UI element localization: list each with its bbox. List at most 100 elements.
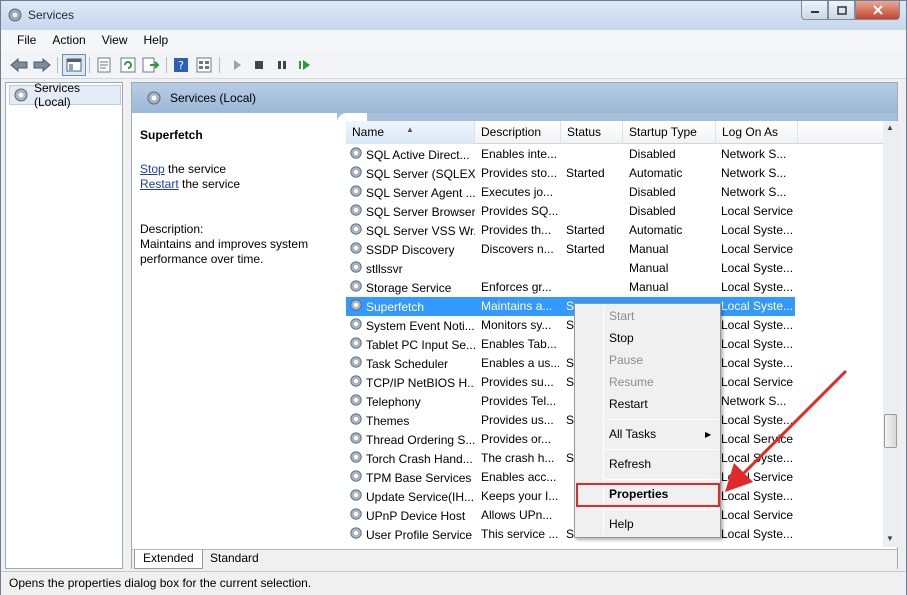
stop-service-button[interactable] bbox=[250, 56, 268, 74]
export-list-button[interactable] bbox=[142, 56, 160, 74]
service-description-cell: Provides SQ... bbox=[481, 204, 559, 218]
column-startup-type[interactable]: Startup Type bbox=[623, 121, 716, 144]
table-row[interactable]: SQL Active Direct... Enables inte... Disab… bbox=[346, 145, 883, 164]
help-toolbar-button[interactable]: ? bbox=[172, 56, 190, 74]
vertical-scrollbar[interactable]: ▲ ▼ bbox=[883, 121, 899, 547]
table-row[interactable]: SQL Server Browser Provides SQ... Disabled… bbox=[346, 202, 883, 221]
service-name-cell: User Profile Service bbox=[349, 525, 475, 544]
menu-item-stop[interactable]: Stop bbox=[609, 331, 634, 345]
table-row[interactable]: SSDP Discovery Discovers n... Started Manua… bbox=[346, 240, 883, 259]
start-service-button[interactable] bbox=[228, 56, 246, 74]
table-row[interactable]: stllssvr Manual Local Syste... bbox=[346, 259, 883, 278]
service-startup-cell: Disabled bbox=[629, 147, 676, 161]
scroll-down-icon[interactable]: ▼ bbox=[886, 534, 894, 543]
menu-item-pause[interactable]: Pause bbox=[609, 353, 643, 367]
minimize-button[interactable] bbox=[801, 1, 828, 20]
column-status-label: Status bbox=[567, 125, 602, 139]
menu-view[interactable]: View bbox=[94, 30, 136, 51]
service-logon-cell: Local Syste... bbox=[721, 489, 794, 503]
service-name: Superfetch bbox=[366, 299, 425, 314]
console-icon bbox=[196, 57, 212, 73]
stop-icon bbox=[255, 61, 263, 69]
column-status[interactable]: Status bbox=[561, 121, 623, 144]
menu-help[interactable]: Help bbox=[136, 30, 177, 51]
show-tree-icon bbox=[66, 58, 82, 72]
tree-item-services-local[interactable]: Services (Local) bbox=[9, 81, 121, 109]
table-row-selected[interactable]: Superfetch Maintains a... S Local Syste... bbox=[346, 297, 795, 316]
service-startup-cell: Manual bbox=[629, 261, 669, 275]
menu-item-start[interactable]: Start bbox=[609, 309, 634, 323]
column-log-on-as-label: Log On As bbox=[722, 125, 779, 139]
service-status-cell: Started bbox=[566, 242, 605, 256]
menu-item-properties[interactable]: Properties bbox=[609, 487, 668, 501]
maximize-button[interactable] bbox=[828, 1, 855, 20]
close-button[interactable] bbox=[855, 1, 900, 20]
service-name: User Profile Service bbox=[366, 527, 473, 542]
column-name[interactable]: ▲ Name bbox=[346, 121, 475, 144]
service-logon-cell: Local Service bbox=[721, 375, 794, 389]
service-logon-cell: Network S... bbox=[721, 166, 787, 180]
service-description-cell: Provides sto... bbox=[481, 166, 558, 180]
refresh-toolbar-button[interactable] bbox=[119, 56, 137, 74]
service-name: SQL Server (SQLEX... bbox=[366, 166, 475, 181]
service-logon-cell: Local Syste... bbox=[721, 451, 794, 465]
service-name: SQL Server VSS Wr... bbox=[366, 223, 475, 238]
gear-icon bbox=[349, 393, 363, 410]
details-panel: Superfetch Stop the service Restart the … bbox=[140, 128, 336, 267]
column-log-on-as[interactable]: Log On As bbox=[716, 121, 798, 144]
service-name: Storage Service bbox=[366, 280, 452, 295]
table-row[interactable]: SQL Server VSS Wr... Provides th... Starte… bbox=[346, 221, 883, 240]
menu-item-restart[interactable]: Restart bbox=[609, 397, 648, 411]
gear-icon bbox=[349, 222, 363, 239]
scroll-thumb[interactable] bbox=[884, 414, 897, 448]
stop-service-link[interactable]: Stop bbox=[140, 162, 165, 176]
scroll-up-icon[interactable]: ▲ bbox=[886, 123, 894, 132]
service-logon-cell: Local Service bbox=[721, 204, 794, 218]
service-name: TCP/IP NetBIOS H... bbox=[366, 375, 475, 390]
service-description-cell: Allows UPn... bbox=[481, 508, 553, 522]
service-logon-cell: Local Syste... bbox=[721, 337, 794, 351]
gear-icon bbox=[349, 450, 363, 467]
service-description-cell: Provides th... bbox=[481, 223, 552, 237]
menu-item-resume[interactable]: Resume bbox=[609, 375, 654, 389]
restart-service-button[interactable] bbox=[296, 56, 314, 74]
selected-service-name: Superfetch bbox=[140, 128, 203, 142]
menu-separator bbox=[605, 449, 719, 450]
service-status-cell: Started bbox=[566, 166, 605, 180]
table-row[interactable]: SQL Server (SQLEX... Provides sto... Start… bbox=[346, 164, 883, 183]
service-startup-cell: Disabled bbox=[629, 185, 676, 199]
menu-file[interactable]: File bbox=[9, 30, 44, 51]
show-tree-button[interactable] bbox=[62, 54, 86, 76]
forward-button[interactable] bbox=[33, 56, 51, 74]
table-row[interactable]: SQL Server Agent ... Executes jo... Disabl… bbox=[346, 183, 883, 202]
service-name-cell: Superfetch bbox=[349, 297, 475, 316]
service-name: SQL Server Browser bbox=[366, 204, 475, 219]
back-button[interactable] bbox=[10, 56, 28, 74]
console-tree: Services (Local) bbox=[5, 81, 123, 569]
service-name-cell: Storage Service bbox=[349, 278, 475, 297]
table-row[interactable]: Storage Service Enforces gr... Manual Local… bbox=[346, 278, 883, 297]
pause-service-button[interactable] bbox=[273, 56, 291, 74]
tab-extended[interactable]: Extended bbox=[134, 550, 203, 569]
restart-service-link[interactable]: Restart bbox=[140, 177, 179, 191]
gear-icon bbox=[349, 336, 363, 353]
menu-item-refresh[interactable]: Refresh bbox=[609, 457, 651, 471]
menu-item-help[interactable]: Help bbox=[609, 517, 634, 531]
back-arrow-icon bbox=[10, 58, 28, 72]
service-description-cell: Enforces gr... bbox=[481, 280, 552, 294]
service-status-cell: Started bbox=[566, 223, 605, 237]
status-bar: Opens the properties dialog box for the … bbox=[1, 571, 906, 595]
service-description-cell: Keeps your I... bbox=[481, 489, 559, 503]
view-tabs: Extended Standard bbox=[132, 549, 897, 569]
tab-standard[interactable]: Standard bbox=[202, 550, 267, 569]
menu-item-all-tasks[interactable]: All Tasks bbox=[609, 427, 656, 441]
column-description[interactable]: Description bbox=[475, 121, 561, 144]
service-startup-cell: Manual bbox=[629, 242, 669, 256]
console-button[interactable] bbox=[195, 56, 213, 74]
properties-toolbar-button[interactable] bbox=[95, 56, 113, 74]
column-description-label: Description bbox=[481, 125, 542, 139]
menu-action[interactable]: Action bbox=[44, 30, 93, 51]
gear-icon bbox=[349, 165, 363, 182]
gear-icon bbox=[349, 241, 363, 258]
description-label: Description: bbox=[140, 222, 204, 236]
